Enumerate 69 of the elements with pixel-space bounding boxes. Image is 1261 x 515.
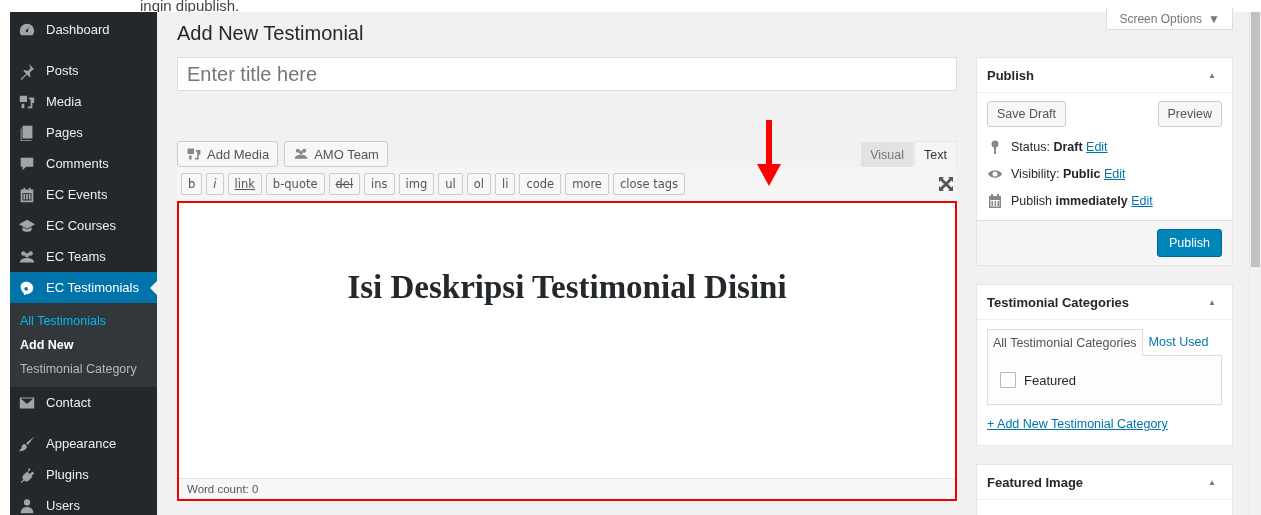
sidebar-item[interactable]: Appearance: [10, 428, 157, 459]
sidebar-item[interactable]: Comments: [10, 148, 157, 179]
quicktag-button[interactable]: b: [181, 173, 203, 195]
publish-setting: Visibility: Public Edit: [1011, 166, 1126, 181]
collapse-toggle[interactable]: ▲: [1202, 69, 1222, 81]
sidebar-item[interactable]: Media: [10, 86, 157, 117]
quicktag-button[interactable]: link: [227, 173, 262, 195]
submenu-item[interactable]: Testimonial Category: [10, 357, 157, 381]
edit-link[interactable]: Edit: [1086, 139, 1108, 154]
save-draft-button[interactable]: Save Draft: [987, 101, 1067, 127]
preview-button[interactable]: Preview: [1157, 101, 1222, 127]
edit-link[interactable]: Edit: [1103, 166, 1126, 181]
screen-options-button[interactable]: Screen Options ▼: [1106, 8, 1233, 30]
team-button[interactable]: AMO Team: [284, 141, 388, 167]
category-tab[interactable]: Most Used: [1142, 328, 1215, 355]
editor-content: Isi Deskripsi Testimonial Disini: [347, 269, 787, 307]
page-title: Add New Testimonial: [177, 22, 365, 45]
quicktag-button[interactable]: ins: [364, 173, 395, 195]
panel-title: Publish: [987, 67, 1034, 83]
plug-icon: [18, 465, 36, 484]
quicktag-button[interactable]: ol: [466, 173, 491, 195]
publish-setting: Publish immediately Edit: [1011, 193, 1153, 208]
editor-tab[interactable]: Text: [914, 141, 957, 167]
edit-link[interactable]: Edit: [1131, 193, 1153, 208]
word-count: Word count: 0: [179, 478, 955, 499]
sidebar-item[interactable]: EC Events: [10, 179, 157, 210]
person-icon: [18, 496, 36, 515]
brush-icon: [18, 434, 36, 453]
editor-tab[interactable]: Visual: [860, 141, 915, 167]
sidebar-item[interactable]: Contact: [10, 387, 157, 418]
sidebar-item[interactable]: EC Teams: [10, 241, 157, 272]
quicktag-button[interactable]: close tags: [612, 173, 686, 195]
quicktag-button[interactable]: b-quote: [265, 173, 325, 195]
title-field[interactable]: Enter title here: [177, 57, 957, 91]
calendar-icon: [18, 185, 36, 204]
collapse-toggle[interactable]: ▲: [1202, 296, 1222, 308]
people-icon: [293, 146, 310, 162]
quicktag-button[interactable]: i: [206, 173, 224, 195]
sidebar-item[interactable]: Dashboard: [10, 14, 157, 45]
quicktag-button[interactable]: img: [398, 173, 435, 195]
sidebar-item[interactable]: Pages: [10, 117, 157, 148]
add-category-link[interactable]: + Add New Testimonial Category: [987, 417, 1168, 431]
sidebar-item[interactable]: Users: [10, 490, 157, 515]
sidebar-item[interactable]: EC Courses: [10, 210, 157, 241]
editor-area[interactable]: Isi Deskripsi Testimonial Disini Word count: 0: [177, 201, 957, 501]
collapse-toggle[interactable]: ▲: [1202, 476, 1222, 488]
submenu-item[interactable]: Add New: [10, 333, 157, 357]
publish-setting: Status: Draft Edit: [1011, 139, 1108, 154]
quicktag-button[interactable]: more: [565, 173, 609, 195]
panel-title: Featured Image: [987, 474, 1084, 490]
calendar-icon: [987, 192, 1003, 209]
quicktag-button[interactable]: del: [328, 173, 361, 195]
sidebar-item[interactable]: Posts: [10, 55, 157, 86]
publish-button[interactable]: Publish: [1157, 229, 1222, 257]
fullscreen-icon[interactable]: [939, 177, 953, 191]
category-label: Featured: [1024, 372, 1077, 388]
panel-title: Testimonial Categories: [987, 294, 1130, 310]
quicktag-button[interactable]: code: [519, 173, 562, 195]
pin-icon: [18, 61, 36, 80]
add-media-button[interactable]: Add Media: [177, 141, 279, 167]
sidebar-item[interactable]: Plugins: [10, 459, 157, 490]
annotation-arrow: [757, 120, 781, 186]
media-icon: [186, 146, 202, 162]
category-tab[interactable]: All Testimonial Categories: [987, 329, 1143, 356]
quicktag-button[interactable]: ul: [438, 173, 463, 195]
checkbox[interactable]: [1000, 372, 1016, 388]
submenu-item[interactable]: All Testimonials: [10, 309, 157, 333]
quicktag-button[interactable]: li: [495, 173, 516, 195]
sidebar-item[interactable]: EC Testimonials: [10, 272, 157, 303]
